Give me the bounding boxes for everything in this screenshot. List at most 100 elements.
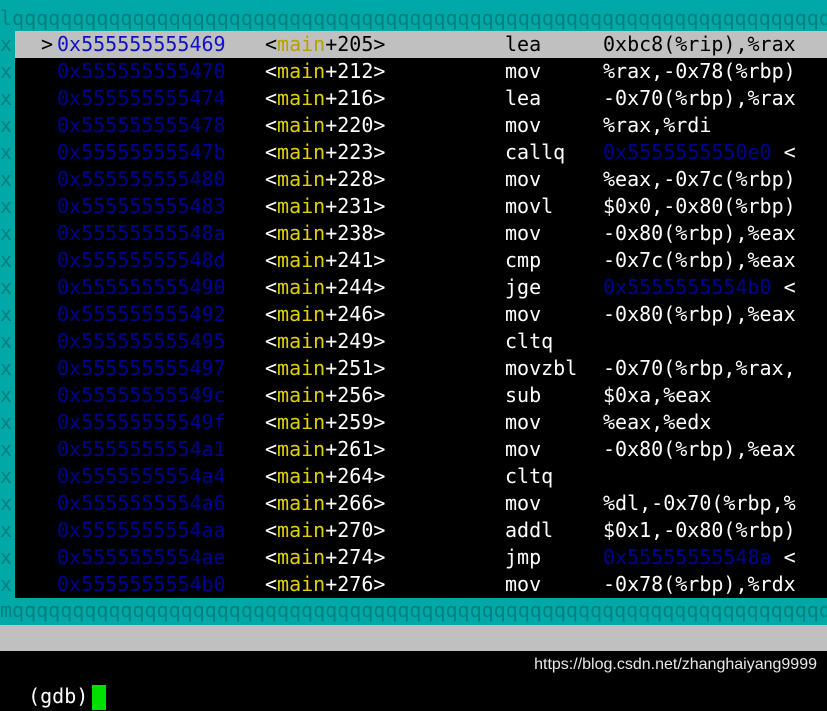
asm-line[interactable]: 0x555555555497 <main+251> movzbl -0x70(%rbp… — [15, 355, 827, 382]
offset-open-bracket: < — [265, 572, 278, 596]
asm-line[interactable]: 0x5555555554a6 <main+266> mov %dl,-0x70(%rb… — [15, 490, 827, 517]
asm-line[interactable]: 0x555555555478 <main+220> mov %rax,%rdi — [15, 112, 827, 139]
asm-line[interactable]: 0x555555555490 <main+244> jge 0x5555555554b… — [15, 274, 827, 301]
instruction-address: 0x5555555554aa — [57, 518, 226, 542]
asm-line[interactable]: 0x5555555554a1 <main+261> mov -0x80(%rbp),%… — [15, 436, 827, 463]
offset-value: +249> — [325, 329, 386, 353]
function-name: main — [277, 356, 326, 380]
offset-open-bracket: < — [265, 275, 278, 299]
function-name: main — [277, 383, 326, 407]
instruction-mnemonic: mov — [505, 572, 542, 596]
instruction-mnemonic: mov — [505, 437, 542, 461]
border-side-char: x — [0, 167, 13, 191]
instruction-operands: %eax,%edx — [603, 410, 712, 434]
border-side-char: x — [0, 86, 13, 110]
function-offset: <main+251> — [265, 355, 385, 382]
offset-value: +244> — [325, 275, 386, 299]
instruction-address: 0x555555555495 — [57, 329, 226, 353]
asm-line[interactable]: 0x55555555549c <main+256> sub $0xa,%eax — [15, 382, 827, 409]
function-offset: <main+212> — [265, 58, 385, 85]
border-side-char: x — [0, 275, 13, 299]
instruction-mnemonic: jge — [505, 275, 542, 299]
command-line[interactable]: (gdb) — [4, 651, 107, 710]
offset-value: +223> — [325, 140, 386, 164]
instruction-operands: %eax,-0x7c(%rbp) — [603, 167, 796, 191]
offset-value: +220> — [325, 113, 386, 137]
function-name: main — [277, 545, 326, 569]
asm-line[interactable]: 0x555555555495 <main+249> cltq — [15, 328, 827, 355]
function-offset: <main+244> — [265, 274, 385, 301]
border-side-char: x — [0, 32, 13, 56]
asm-line[interactable]: 0x5555555554aa <main+270> addl $0x1,-0x80(%… — [15, 517, 827, 544]
instruction-operands: -0x7c(%rbp),%eax — [603, 248, 796, 272]
asm-line[interactable]: 0x555555555474 <main+216> lea -0x70(%rbp),%… — [15, 85, 827, 112]
instruction-mnemonic: jmp — [505, 545, 542, 569]
instruction-operands: -0x70(%rbp),%rax — [603, 86, 796, 110]
instruction-mnemonic: mov — [505, 59, 542, 83]
asm-line[interactable]: 0x5555555554a4 <main+264> cltq — [15, 463, 827, 490]
function-offset: <main+246> — [265, 301, 385, 328]
offset-open-bracket: < — [265, 329, 278, 353]
offset-open-bracket: < — [265, 383, 278, 407]
border-side-char: x — [0, 545, 13, 569]
branch-target-suffix: < — [771, 275, 796, 299]
function-offset: <main+264> — [265, 463, 385, 490]
offset-open-bracket: < — [265, 302, 278, 326]
function-offset: <main+270> — [265, 517, 385, 544]
asm-window-bottom-border: mqqqqqqqqqqqqqqqqqqqqqqqqqqqqqqqqqqqqqqq… — [0, 598, 827, 622]
offset-value: +238> — [325, 221, 386, 245]
text-cursor[interactable] — [92, 685, 107, 710]
border-side-char: x — [0, 572, 13, 596]
function-name: main — [277, 167, 326, 191]
asm-line[interactable]: 0x55555555547b <main+223> callq 0x555555555… — [15, 139, 827, 166]
asm-line[interactable]: 0x555555555480 <main+228> mov %eax,-0x7c(%r… — [15, 166, 827, 193]
function-name: main — [277, 32, 326, 56]
function-offset: <main+228> — [265, 166, 385, 193]
function-offset: <main+249> — [265, 328, 385, 355]
instruction-mnemonic: mov — [505, 113, 542, 137]
instruction-operands: $0x0,-0x80(%rbp) — [603, 194, 796, 218]
border-side-char: x — [0, 194, 13, 218]
function-offset: <main+276> — [265, 571, 385, 598]
instruction-mnemonic: movl — [505, 194, 554, 218]
asm-line[interactable]: 0x5555555554ae <main+274> jmp 0x55555555548… — [15, 544, 827, 571]
asm-line[interactable]: 0x5555555554b0 <main+276> mov -0x78(%rbp),%… — [15, 571, 827, 598]
offset-value: +266> — [325, 491, 386, 515]
function-name: main — [277, 194, 326, 218]
border-side-char: x — [0, 383, 13, 407]
offset-value: +251> — [325, 356, 386, 380]
offset-open-bracket: < — [265, 464, 278, 488]
offset-value: +261> — [325, 437, 386, 461]
border-side-char: x — [0, 410, 13, 434]
offset-open-bracket: < — [265, 518, 278, 542]
asm-line[interactable]: 0x55555555549f <main+259> mov %eax,%edx — [15, 409, 827, 436]
instruction-address: 0x5555555554ae — [57, 545, 226, 569]
asm-line[interactable]: 0x555555555492 <main+246> mov -0x80(%rbp),%… — [15, 301, 827, 328]
asm-line[interactable]: 0x555555555470 <main+212> mov %rax,-0x78(%r… — [15, 58, 827, 85]
instruction-operands: %rax,-0x78(%rbp) — [603, 59, 796, 83]
offset-open-bracket: < — [265, 437, 278, 461]
function-offset: <main+216> — [265, 85, 385, 112]
asm-line[interactable]: 0x55555555548a <main+238> mov -0x80(%rbp),%… — [15, 220, 827, 247]
offset-open-bracket: < — [265, 221, 278, 245]
function-offset: <main+256> — [265, 382, 385, 409]
function-offset: <main+241> — [265, 247, 385, 274]
instruction-address: 0x55555555549c — [57, 383, 226, 407]
instruction-mnemonic: mov — [505, 221, 542, 245]
offset-open-bracket: < — [265, 59, 278, 83]
asm-line[interactable]: 0x55555555548d <main+241> cmp -0x7c(%rbp),%… — [15, 247, 827, 274]
watermark-url: https://blog.csdn.net/zhanghaiyang9999 — [534, 656, 817, 673]
instruction-operands: 0x5555555554b0 < — [603, 274, 796, 301]
asm-line-current[interactable]: >0x555555555469 <main+205> lea 0xbc8(%rip),… — [15, 31, 827, 58]
function-offset: <main+205> — [265, 31, 385, 58]
offset-open-bracket: < — [265, 410, 278, 434]
offset-open-bracket: < — [265, 248, 278, 272]
offset-value: +241> — [325, 248, 386, 272]
instruction-mnemonic: mov — [505, 491, 542, 515]
asm-line[interactable]: 0x555555555483 <main+231> movl $0x0,-0x80(%… — [15, 193, 827, 220]
instruction-address: 0x5555555554a4 — [57, 464, 226, 488]
asm-window-left-border: xxxxxxxxxxxxxxxxxxxxx — [0, 31, 15, 598]
asm-window[interactable]: >0x555555555469 <main+205> lea 0xbc8(%rip),… — [15, 31, 827, 598]
instruction-mnemonic: lea — [505, 86, 542, 110]
offset-open-bracket: < — [265, 356, 278, 380]
